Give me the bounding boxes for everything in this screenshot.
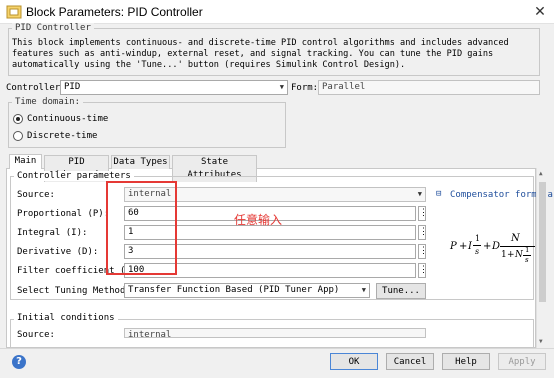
cancel-button[interactable]: Cancel xyxy=(386,353,434,370)
tab-main[interactable]: Main xyxy=(9,154,42,169)
tab-data-types[interactable]: Data Types xyxy=(111,155,170,169)
integral-more-icon[interactable]: ⋮ xyxy=(418,225,428,240)
proportional-label: Proportional (P): xyxy=(17,209,110,219)
annotation-highlight-box xyxy=(106,181,177,275)
window-title-bar[interactable]: Block Parameters: PID Controller ✕ xyxy=(0,0,554,24)
block-app-icon xyxy=(6,5,22,19)
initial-source-label: Source: xyxy=(17,330,55,338)
proportional-more-icon[interactable]: ⋮ xyxy=(418,206,428,221)
form-field[interactable]: Parallel xyxy=(318,80,540,95)
tuning-method-label: Select Tuning Method: xyxy=(17,286,131,296)
ok-button[interactable]: OK xyxy=(330,353,378,370)
time-domain-group xyxy=(8,102,286,148)
block-description: This block implements continuous- and di… xyxy=(12,38,509,70)
initial-conditions-legend: Initial conditions xyxy=(14,313,118,323)
continuous-time-label: Continuous-time xyxy=(27,114,109,124)
chevron-down-icon: ▼ xyxy=(361,286,366,294)
initial-source-dropdown[interactable]: internal xyxy=(124,328,426,338)
compensator-formula: P + I 1 s + D N 1 + N 1 s xyxy=(450,232,536,272)
compensator-formula-toggle-icon[interactable]: ⊟ xyxy=(436,189,441,199)
apply-button[interactable]: Apply xyxy=(498,353,546,370)
scroll-up-icon[interactable]: ▲ xyxy=(539,170,543,177)
vertical-scrollbar[interactable]: ▲ ▼ xyxy=(536,168,548,348)
form-label: Form: xyxy=(291,83,319,93)
close-icon[interactable]: ✕ xyxy=(526,0,554,24)
chevron-down-icon: ▼ xyxy=(279,83,284,91)
discrete-time-label: Discrete-time xyxy=(27,131,98,141)
source-label: Source: xyxy=(17,190,55,200)
tuning-method-dropdown[interactable]: Transfer Function Based (PID Tuner App) … xyxy=(124,283,370,298)
help-icon[interactable]: ? xyxy=(12,355,26,369)
tuning-method-value: Transfer Function Based (PID Tuner App) xyxy=(128,285,340,295)
radio-discrete-time[interactable] xyxy=(13,131,23,141)
controller-value: PID xyxy=(64,82,81,92)
controller-dropdown[interactable]: PID ▼ xyxy=(60,80,288,95)
time-domain-legend: Time domain: xyxy=(12,97,84,107)
controller-parameters-legend: Controller parameters xyxy=(14,171,134,181)
derivative-label: Derivative (D): xyxy=(17,247,99,257)
derivative-more-icon[interactable]: ⋮ xyxy=(418,244,428,259)
tune-button[interactable]: Tune... xyxy=(376,283,426,299)
window-title: Block Parameters: PID Controller xyxy=(26,5,203,19)
filter-coefficient-more-icon[interactable]: ⋮ xyxy=(418,263,428,278)
chevron-down-icon: ▼ xyxy=(417,190,422,198)
help-button[interactable]: Help xyxy=(442,353,490,370)
block-name: PID Controller xyxy=(12,23,94,33)
controller-label: Controller: xyxy=(6,83,66,93)
annotation-text: 任意输入 xyxy=(234,213,283,227)
scrollbar-thumb[interactable] xyxy=(539,182,546,302)
scroll-down-icon[interactable]: ▼ xyxy=(539,338,543,345)
radio-continuous-time[interactable] xyxy=(13,114,23,124)
integral-label: Integral (I): xyxy=(17,228,88,238)
